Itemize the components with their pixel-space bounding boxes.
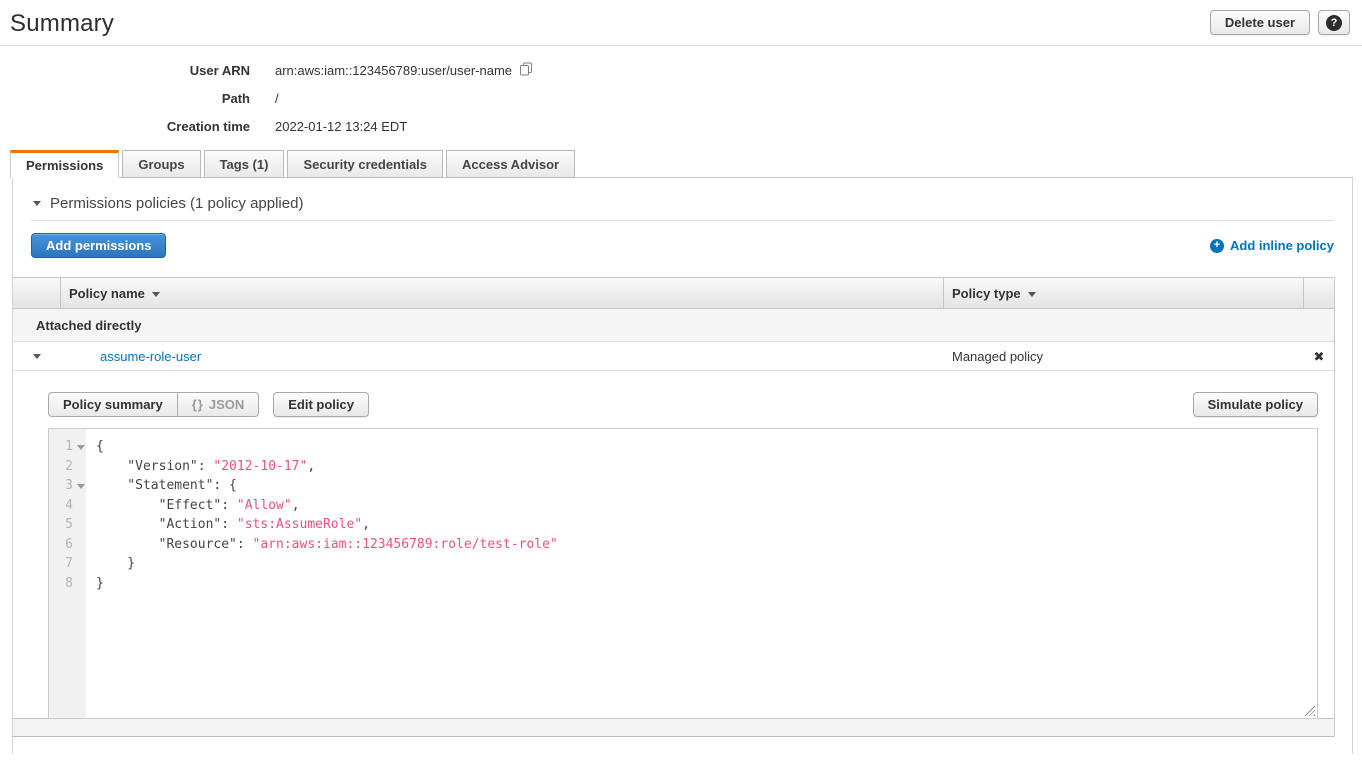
permissions-tab-panel: Permissions policies (1 policy applied) …: [12, 177, 1353, 754]
row-collapse-toggle[interactable]: [13, 342, 61, 370]
simulate-policy-button[interactable]: Simulate policy: [1193, 392, 1318, 417]
code-line: 7 }: [49, 554, 1317, 574]
group-row-attached-directly: Attached directly: [13, 309, 1334, 342]
tab-groups[interactable]: Groups: [122, 150, 200, 178]
sort-caret-icon: [1028, 292, 1036, 297]
plus-circle-icon: +: [1210, 239, 1224, 253]
add-inline-policy-link[interactable]: + Add inline policy: [1210, 238, 1334, 253]
policy-json-editor[interactable]: 1 { 2 "Version": "2012-10-17", 3 "Statem…: [48, 428, 1318, 719]
field-label: Creation time: [0, 119, 250, 134]
field-row-user-arn: User ARN arn:aws:iam::123456789:user/use…: [0, 62, 1362, 78]
field-row-path: Path /: [0, 90, 1362, 106]
code-line: 5 "Action": "sts:AssumeRole",: [49, 515, 1317, 535]
line-number: 1: [49, 439, 86, 454]
code-line: 6 "Resource": "arn:aws:iam::123456789:ro…: [49, 535, 1317, 555]
header-toggle-cell: [13, 278, 61, 308]
line-number: 3: [49, 478, 86, 493]
policy-name-cell: assume-role-user: [61, 342, 944, 370]
help-button[interactable]: ?: [1318, 10, 1350, 35]
policy-type-header-label: Policy type: [952, 286, 1021, 301]
policy-type-cell: Managed policy: [944, 342, 1304, 370]
add-inline-policy-label: Add inline policy: [1230, 238, 1334, 253]
section-divider: [31, 220, 1334, 221]
policy-row: assume-role-user Managed policy ✖: [13, 342, 1334, 371]
policy-view-switcher: Policy summary {} JSON: [48, 392, 259, 417]
permissions-actions-row: Add permissions + Add inline policy: [31, 233, 1334, 258]
field-row-creation-time: Creation time 2022-01-12 13:24 EDT: [0, 118, 1362, 134]
code-line: 8 }: [49, 574, 1317, 594]
field-label: User ARN: [0, 63, 250, 78]
header-policy-name[interactable]: Policy name: [61, 278, 944, 308]
section-collapse-icon: [33, 201, 41, 206]
policy-detail-actions: Policy summary {} JSON Edit policy Simul…: [48, 392, 1318, 417]
creation-time-value: 2022-01-12 13:24 EDT: [275, 119, 407, 134]
policy-table-header: Policy name Policy type: [13, 277, 1334, 309]
editor-resize-handle[interactable]: [1304, 705, 1315, 716]
line-number: 4: [49, 498, 86, 513]
policy-detail-panel: Policy summary {} JSON Edit policy Simul…: [13, 371, 1334, 719]
copy-icon[interactable]: [519, 62, 533, 79]
line-number: 8: [49, 576, 86, 591]
line-number: 5: [49, 517, 86, 532]
tab-tags[interactable]: Tags (1): [204, 150, 285, 178]
permissions-policies-section-toggle[interactable]: Permissions policies (1 policy applied): [13, 178, 1352, 212]
policy-table: Policy name Policy type Attached directl…: [13, 277, 1335, 737]
field-value: arn:aws:iam::123456789:user/user-name: [275, 61, 533, 79]
remove-policy-icon[interactable]: ✖: [1314, 350, 1325, 363]
policy-name-link[interactable]: assume-role-user: [100, 349, 201, 364]
user-arn-value: arn:aws:iam::123456789:user/user-name: [275, 63, 512, 78]
add-permissions-button[interactable]: Add permissions: [31, 233, 166, 258]
policy-summary-view-button[interactable]: Policy summary: [48, 392, 178, 417]
tab-permissions[interactable]: Permissions: [10, 150, 119, 178]
code-line: 1 {: [49, 437, 1317, 457]
tabs-row: Permissions Groups Tags (1) Security cre…: [10, 150, 1353, 177]
sort-caret-icon: [152, 292, 160, 297]
expanded-row-footer: [13, 718, 1334, 737]
json-view-label: JSON: [209, 397, 244, 412]
tab-access-advisor[interactable]: Access Advisor: [446, 150, 575, 178]
summary-fields: User ARN arn:aws:iam::123456789:user/use…: [0, 62, 1362, 134]
policy-type-value: Managed policy: [952, 349, 1043, 364]
edit-policy-button[interactable]: Edit policy: [273, 392, 369, 417]
policy-name-header-label: Policy name: [69, 286, 145, 301]
help-icon: ?: [1326, 15, 1342, 31]
page-title: Summary: [10, 10, 114, 38]
section-heading: Permissions policies (1 policy applied): [50, 195, 303, 212]
delete-user-button[interactable]: Delete user: [1210, 10, 1310, 35]
group-row-label: Attached directly: [36, 318, 141, 333]
page-header: Summary Delete user ?: [0, 0, 1362, 46]
tab-security-credentials[interactable]: Security credentials: [287, 150, 443, 178]
line-number: 6: [49, 537, 86, 552]
field-label: Path: [0, 91, 250, 106]
chevron-down-icon: [33, 354, 41, 359]
json-view-button[interactable]: {} JSON: [178, 392, 260, 417]
policy-action-cell: ✖: [1304, 342, 1334, 370]
fold-icon[interactable]: [77, 445, 85, 450]
header-actions: Delete user ?: [1210, 10, 1350, 35]
fold-icon[interactable]: [77, 484, 85, 489]
code-line: 3 "Statement": {: [49, 476, 1317, 496]
braces-icon: {}: [192, 397, 204, 412]
header-action-cell: [1304, 278, 1334, 308]
code-area: 1 { 2 "Version": "2012-10-17", 3 "Statem…: [49, 429, 1317, 593]
code-line: 2 "Version": "2012-10-17",: [49, 457, 1317, 477]
path-value: /: [275, 91, 279, 106]
line-number: 7: [49, 556, 86, 571]
code-line: 4 "Effect": "Allow",: [49, 496, 1317, 516]
line-number: 2: [49, 459, 86, 474]
header-policy-type[interactable]: Policy type: [944, 278, 1304, 308]
